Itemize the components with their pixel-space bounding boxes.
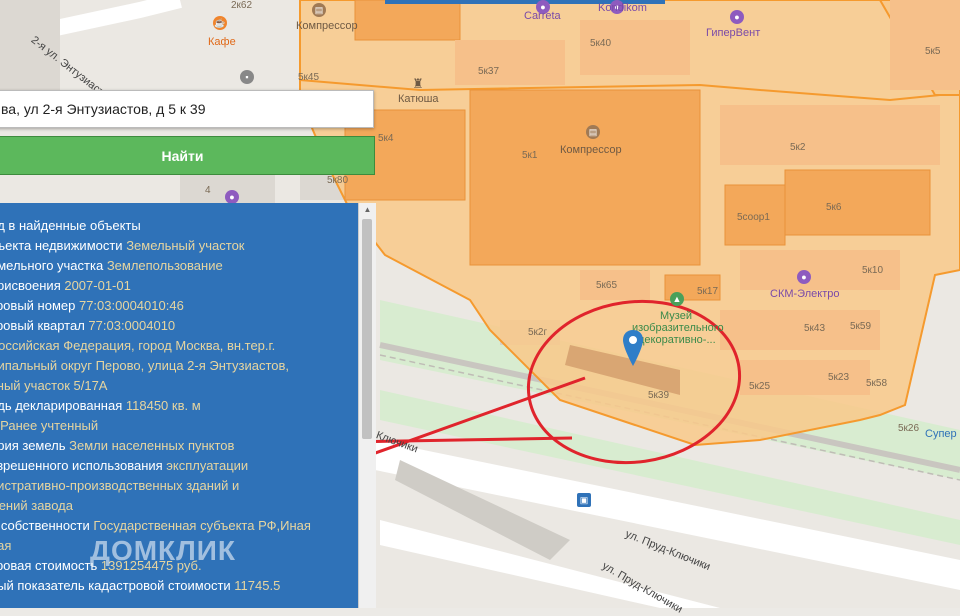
info-row-value: 118450 кв. м [126,398,201,413]
shop-icon[interactable]: ● [730,10,744,24]
info-row: тровый номер 77:03:0004010:46 [0,296,342,316]
monument-icon[interactable]: ♜ [411,77,425,91]
info-row-value: 77:03:0004010 [88,318,175,333]
building-label: 5к65 [596,280,617,291]
info-row: присвоения 2007-01-01 [0,276,342,296]
info-row-value: Земли населенных пунктов [69,438,234,453]
poi-cafe[interactable]: Кафе [208,36,236,48]
info-row-key: тровая стоимость [0,558,101,573]
info-row: Российская Федерация, город Москва, вн.т… [0,336,342,356]
info-row-value: жений завода [0,498,73,513]
building-label: 5к5 [925,46,941,57]
info-row: ад в найденные объекты [0,216,342,236]
poi-museum-line3[interactable]: декоративно-... [638,334,716,346]
info-row-key: адь декларированная [0,398,126,413]
info-row-key: а собственности [0,518,93,533]
factory-icon[interactable]: ▤ [586,125,600,139]
building-label: 5к26 [898,423,919,434]
info-row-value: Землепользование [107,258,223,273]
poi-carreta[interactable]: Carreta [524,10,561,22]
info-row-key: бъекта недвижимости [0,238,126,253]
location-pin-icon[interactable] [623,330,643,366]
building-label: 5к2 [790,142,806,153]
info-row-value: эксплуатации [166,458,248,473]
building-label: 5к45 [298,72,319,83]
building-label: 5к37 [478,66,499,77]
info-row-key: тровый квартал [0,318,88,333]
shop-icon[interactable]: ● [797,270,811,284]
building-label: 5к40 [590,38,611,49]
info-row: бъекта недвижимости Земельный участок [0,236,342,256]
info-row-value: 2007-01-01 [64,278,131,293]
info-row-key: емельного участка [0,258,107,273]
info-row-value: 11745.5 [234,578,280,593]
building-label: 5к17 [697,286,718,297]
info-row: с Ранее учтенный [0,416,342,436]
poi-super[interactable]: Супер [925,428,957,440]
info-row: емельного участка Землепользование [0,256,342,276]
building-label: 5к2г [528,327,547,338]
address-search-box[interactable] [0,90,374,128]
poi-museum-line1[interactable]: Музей [660,310,692,322]
info-row: ьный участок 5/17А [0,376,342,396]
info-row-value: Государственная субъекта РФ,Иная [93,518,311,533]
info-row-key: ория земель [0,438,69,453]
cafe-icon[interactable]: ☕ [213,16,227,30]
building-label: 5к25 [749,381,770,392]
poi-gipervent[interactable]: ГиперВент [706,27,760,39]
poi-skm[interactable]: СКМ-Электро [770,288,839,300]
info-row-value: ципальный округ Перово, улица 2-я Энтузи… [0,358,289,373]
info-row-value: ная [0,538,11,553]
building-label: 4 [205,185,211,196]
info-row-value: Ранее учтенный [0,418,98,433]
info-row: ципальный округ Перово, улица 2-я Энтузи… [0,356,342,376]
info-row-key: ный показатель кадастровой стоимости [0,578,234,593]
building-label: 2к62 [231,0,252,11]
scroll-thumb[interactable] [362,219,372,439]
building-label: 5к1 [522,150,538,161]
info-row: азрешенного использования эксплуатации [0,456,342,476]
store-icon[interactable]: ● [225,190,239,204]
info-row-value: нистративно-производственных зданий и [0,478,239,493]
info-panel-scrollbar[interactable]: ▲ [358,203,376,608]
info-row: тровый квартал 77:03:0004010 [0,316,342,336]
building-label: 5к39 [648,390,669,401]
building-label: 5к80 [327,175,348,186]
info-row-key: присвоения [0,278,64,293]
store-icon[interactable]: ▪ [240,70,254,84]
info-row: жений завода [0,496,342,516]
info-row-value: Земельный участок [126,238,244,253]
building-label: 5к43 [804,323,825,334]
info-row: ория земель Земли населенных пунктов [0,436,342,456]
poi-kompressor-top[interactable]: Компрессор [296,20,358,32]
info-row: а собственности Государственная субъекта… [0,516,342,536]
address-search-input[interactable] [0,91,373,127]
info-row-value: 77:03:0004010:46 [79,298,184,313]
poi-katyusha[interactable]: Катюша [398,93,439,105]
poi-museum-line2[interactable]: изобразительного [632,322,724,334]
info-row: ный показатель кадастровой стоимости 117… [0,576,342,596]
building-label: 5к10 [862,265,883,276]
building-label: 5к6 [826,202,842,213]
building-label: 5соор1 [737,212,770,223]
info-row-value: ьный участок 5/17А [0,378,107,393]
museum-icon[interactable]: ▲ [670,292,684,306]
info-row-key: тровый номер [0,298,79,313]
info-row: адь декларированная 118450 кв. м [0,396,342,416]
factory-icon[interactable]: ▤ [312,3,326,17]
scroll-up-arrow-icon[interactable]: ▲ [359,203,376,217]
building-label: 5к23 [828,372,849,383]
info-row-key: ад в найденные объекты [0,218,141,233]
building-label: 5к58 [866,378,887,389]
domclick-watermark: ДОМКЛИК [90,535,236,567]
building-label: 5к4 [378,133,394,144]
building-label: 5к59 [850,321,871,332]
info-row-value: Российская Федерация, город Москва, вн.т… [0,338,275,353]
poi-kompressor-main[interactable]: Компрессор [560,144,622,156]
bus-stop-icon[interactable]: ▣ [577,493,591,507]
find-button[interactable]: Найти [0,136,375,175]
poi-kondikom[interactable]: Kondikom [598,2,647,14]
info-row: нистративно-производственных зданий и [0,476,342,496]
info-row-key: азрешенного использования [0,458,166,473]
